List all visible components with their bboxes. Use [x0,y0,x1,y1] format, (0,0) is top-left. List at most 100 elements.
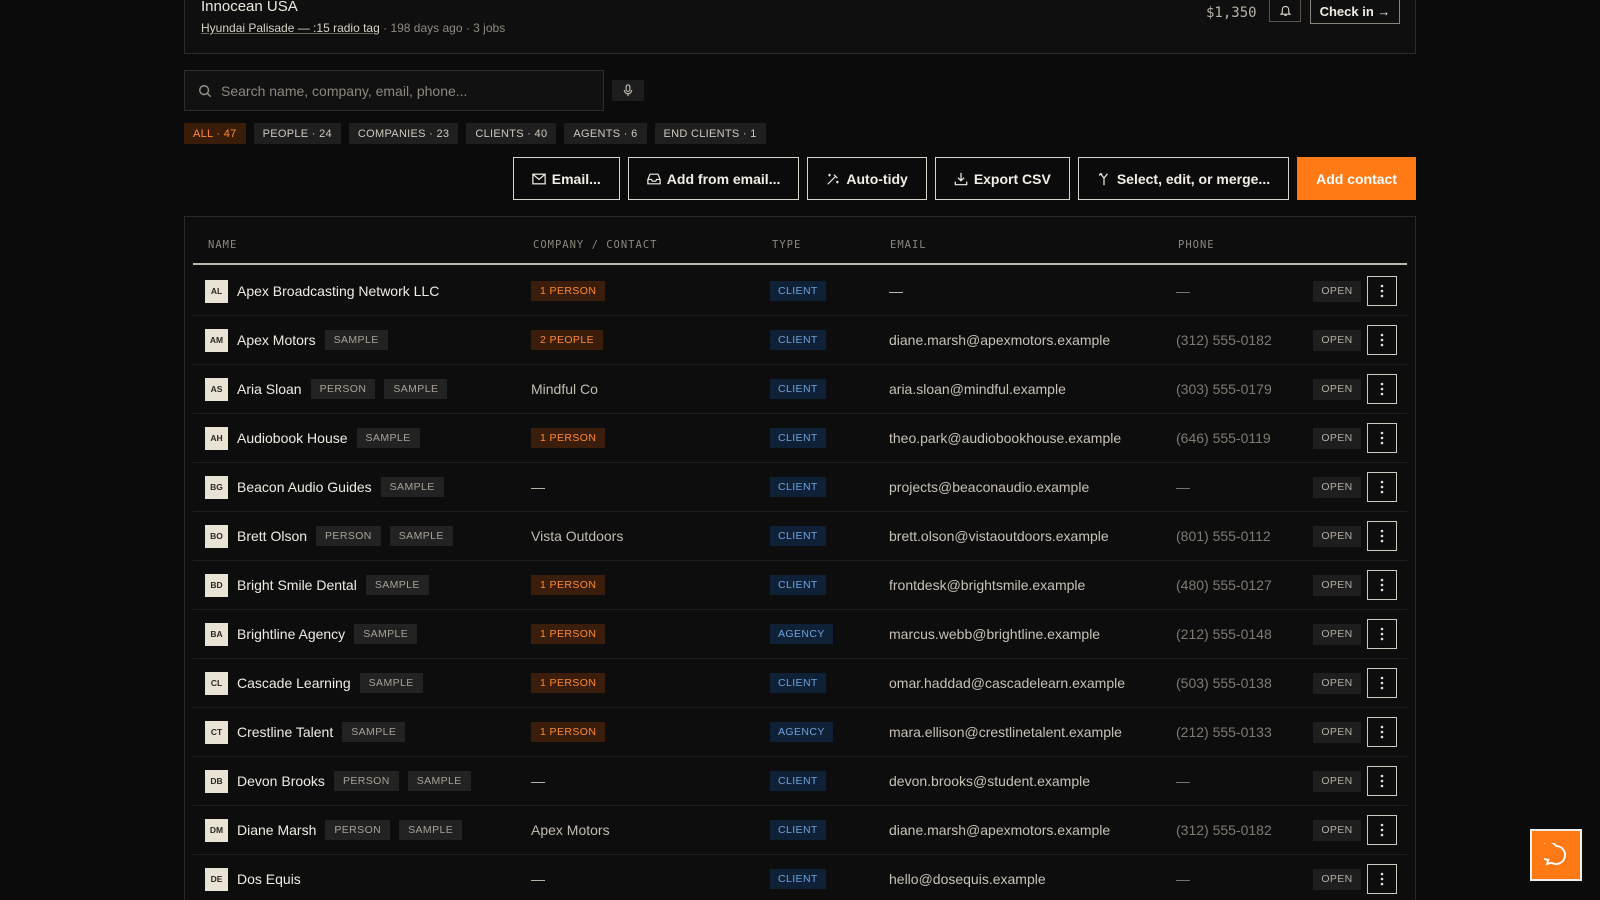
row-menu-button[interactable] [1367,276,1397,306]
contact-name[interactable]: Dos Equis [237,871,301,887]
contact-name[interactable]: Diane Marsh [237,822,316,838]
header-email[interactable]: EMAIL [890,239,927,251]
auto-tidy-button[interactable]: Auto-tidy [807,157,927,200]
contact-name[interactable]: Aria Sloan [237,381,302,397]
table-row[interactable]: BA Brightline Agency SAMPLE 1 PERSON AGENCY m… [193,610,1407,659]
contact-count-badge[interactable]: 1 PERSON [531,673,606,693]
table-row[interactable]: DB Devon Brooks PERSON SAMPLE — CLIENT devon.b… [193,757,1407,806]
open-button[interactable]: OPEN [1313,770,1361,792]
row-menu-button[interactable] [1367,423,1397,453]
contact-name[interactable]: Cascade Learning [237,675,351,691]
contact-email[interactable]: mara.ellison@crestlinetalent.example [889,724,1122,740]
contact-name[interactable]: Apex Broadcasting Network LLC [237,283,439,299]
add-contact-button[interactable]: Add contact [1297,157,1416,200]
contact-name[interactable]: Devon Brooks [237,773,325,789]
open-button[interactable]: OPEN [1313,868,1361,890]
contact-phone[interactable]: — [1176,871,1190,887]
email-button[interactable]: Email... [512,157,620,200]
contact-phone[interactable]: (312) 555-0182 [1176,332,1272,348]
open-button[interactable]: OPEN [1313,476,1361,498]
table-row[interactable]: DM Diane Marsh PERSON SAMPLE Apex Motors CLIE… [193,806,1407,855]
row-menu-button[interactable] [1367,619,1397,649]
table-row[interactable]: AS Aria Sloan PERSON SAMPLE Mindful Co CLIENT… [193,365,1407,414]
contact-phone[interactable]: (503) 555-0138 [1176,675,1272,691]
header-type[interactable]: TYPE [772,239,801,251]
export-csv-button[interactable]: Export CSV [934,157,1070,200]
contact-phone[interactable]: (801) 555-0112 [1176,528,1271,544]
contact-email[interactable]: diane.marsh@apexmotors.example [889,822,1110,838]
contact-count-badge[interactable]: 1 PERSON [531,575,606,595]
row-menu-button[interactable] [1367,864,1397,894]
chat-button[interactable] [1530,829,1582,881]
table-row[interactable]: DE Dos Equis — CLIENT hello@dosequis.example… [193,855,1407,900]
contact-email[interactable]: — [889,283,903,299]
select-edit-merge-button[interactable]: Select, edit, or merge... [1077,157,1290,200]
contact-phone[interactable]: (303) 555-0179 [1176,381,1272,397]
contact-name[interactable]: Brightline Agency [237,626,345,642]
filter-people[interactable]: PEOPLE · 24 [253,123,341,144]
table-row[interactable]: AL Apex Broadcasting Network LLC 1 PERSON C… [193,267,1407,316]
table-row[interactable]: BD Bright Smile Dental SAMPLE 1 PERSON CLIEN… [193,561,1407,610]
table-row[interactable]: CL Cascade Learning SAMPLE 1 PERSON CLIENT om… [193,659,1407,708]
contact-count-badge[interactable]: 1 PERSON [531,281,606,301]
contact-name[interactable]: Audiobook House [237,430,348,446]
table-row[interactable]: CT Crestline Talent SAMPLE 1 PERSON AGENCY ma… [193,708,1407,757]
open-button[interactable]: OPEN [1313,378,1361,400]
contact-email[interactable]: omar.haddad@cascadelearn.example [889,675,1125,691]
contact-count-badge[interactable]: 1 PERSON [531,722,606,742]
table-row[interactable]: BG Beacon Audio Guides SAMPLE — CLIENT projec… [193,463,1407,512]
row-menu-button[interactable] [1367,374,1397,404]
open-button[interactable]: OPEN [1313,672,1361,694]
table-row[interactable]: BO Brett Olson PERSON SAMPLE Vista Outdoors C… [193,512,1407,561]
filter-clients[interactable]: CLIENTS · 40 [466,123,557,144]
contact-count-badge[interactable]: 1 PERSON [531,428,606,448]
filter-end-clients[interactable]: END CLIENTS · 1 [654,123,766,144]
contact-name[interactable]: Beacon Audio Guides [237,479,372,495]
table-row[interactable]: AM Apex Motors SAMPLE 2 PEOPLE CLIENT diane.m… [193,316,1407,365]
row-menu-button[interactable] [1367,766,1397,796]
voice-search-button[interactable] [612,80,644,101]
contact-email[interactable]: projects@beaconaudio.example [889,479,1089,495]
row-menu-button[interactable] [1367,815,1397,845]
open-button[interactable]: OPEN [1313,623,1361,645]
contact-phone[interactable]: — [1176,773,1190,789]
contact-phone[interactable]: (480) 555-0127 [1176,577,1272,593]
row-menu-button[interactable] [1367,570,1397,600]
row-menu-button[interactable] [1367,325,1397,355]
row-menu-button[interactable] [1367,717,1397,747]
contact-name[interactable]: Crestline Talent [237,724,333,740]
contact-email[interactable]: marcus.webb@brightline.example [889,626,1100,642]
add-from-email-button[interactable]: Add from email... [627,157,800,200]
open-button[interactable]: OPEN [1313,427,1361,449]
open-button[interactable]: OPEN [1313,574,1361,596]
open-button[interactable]: OPEN [1313,525,1361,547]
open-button[interactable]: OPEN [1313,280,1361,302]
open-button[interactable]: OPEN [1313,819,1361,841]
contact-email[interactable]: theo.park@audiobookhouse.example [889,430,1121,446]
header-name[interactable]: NAME [208,239,237,251]
contact-name[interactable]: Brett Olson [237,528,307,544]
job-card[interactable]: Innocean USA Hyundai Palisade — :15 radi… [184,0,1416,54]
contact-email[interactable]: diane.marsh@apexmotors.example [889,332,1110,348]
reminder-button[interactable] [1269,0,1301,22]
row-menu-button[interactable] [1367,521,1397,551]
contact-phone[interactable]: (312) 555-0182 [1176,822,1272,838]
contact-phone[interactable]: (646) 555-0119 [1176,430,1271,446]
filter-all[interactable]: ALL · 47 [184,123,246,144]
table-row[interactable]: AH Audiobook House SAMPLE 1 PERSON CLIENT the… [193,414,1407,463]
filter-companies[interactable]: COMPANIES · 23 [348,123,459,144]
header-company[interactable]: COMPANY / CONTACT [533,239,657,251]
contact-email[interactable]: brett.olson@vistaoutdoors.example [889,528,1109,544]
job-link[interactable]: Hyundai Palisade — :15 radio tag [201,21,380,35]
header-phone[interactable]: PHONE [1178,239,1215,251]
row-menu-button[interactable] [1367,472,1397,502]
row-menu-button[interactable] [1367,668,1397,698]
contact-email[interactable]: aria.sloan@mindful.example [889,381,1066,397]
open-button[interactable]: OPEN [1313,329,1361,351]
check-in-button[interactable]: Check in → [1310,0,1400,24]
filter-agents[interactable]: AGENTS · 6 [564,123,647,144]
contact-name[interactable]: Bright Smile Dental [237,577,357,593]
contact-phone[interactable]: — [1176,283,1190,299]
contact-phone[interactable]: — [1176,479,1190,495]
open-button[interactable]: OPEN [1313,721,1361,743]
